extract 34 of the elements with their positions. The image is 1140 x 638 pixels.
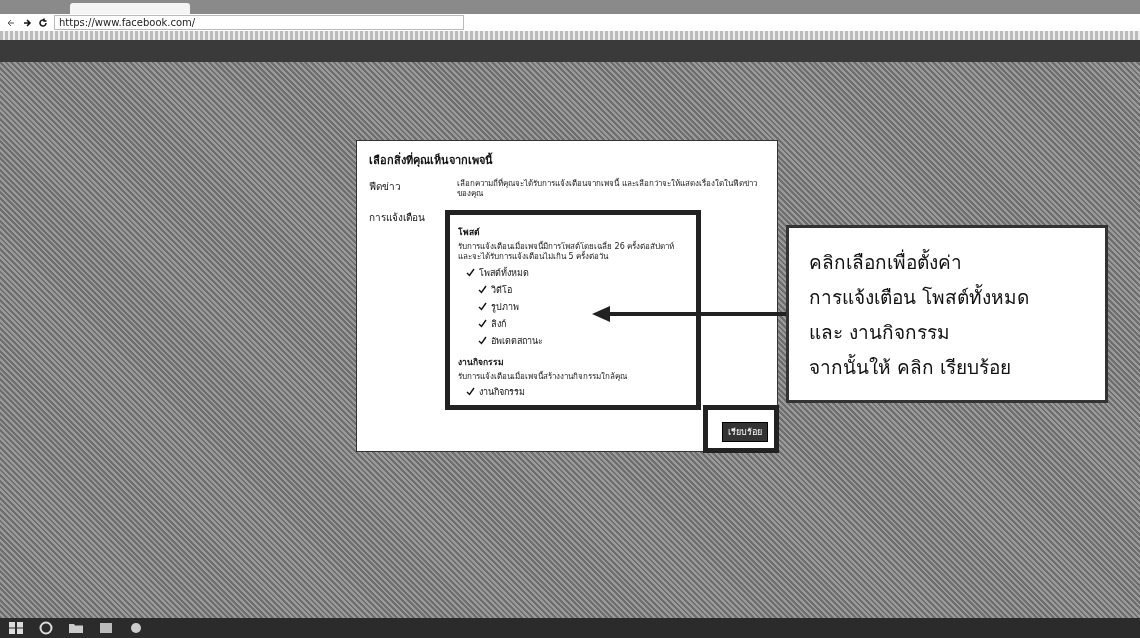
option-label: งานกิจกรรม <box>479 385 525 399</box>
checkbox[interactable] <box>478 302 487 312</box>
callout-text: และ งานกิจกรรม <box>809 319 952 345</box>
row-label: การแจ้งเตือน <box>369 210 426 225</box>
callout-text: การแจ้งเตือน โพสต์ทั้งหมด <box>809 283 1031 310</box>
back-icon[interactable] <box>6 17 16 28</box>
option-label: รูปภาพ <box>491 300 519 314</box>
description: รับการแจ้งเตือนเมื่อเพจนี้มีการโพสต์โดยเฉลี่ย 26 ครั้งต่อสัปดาห์ และจะได้รับการแจ้งเตือนไม่เกิน 5 ครั้งต่อวัน <box>458 241 676 263</box>
done-button[interactable]: เรียบร้อย <box>722 422 768 442</box>
checkbox[interactable] <box>478 319 487 329</box>
checkbox[interactable] <box>466 387 475 397</box>
group-title: โพสต์ <box>458 225 481 239</box>
group-title: งานกิจกรรม <box>458 355 505 369</box>
row-label: ฟีดข่าว <box>369 180 402 194</box>
app-icon[interactable] <box>128 621 144 635</box>
option-label: โพสต์ทั้งหมด <box>479 266 529 280</box>
windows-icon[interactable] <box>8 621 24 635</box>
option-label: ลิงก์ <box>491 317 506 331</box>
option-label: อัพเดตสถานะ <box>491 334 543 348</box>
address-bar[interactable]: https://www.facebook.com/ <box>54 15 464 30</box>
dialog-title: เลือกสิ่งที่คุณเห็นจากเพจนี้ <box>369 151 494 169</box>
reload-icon[interactable] <box>38 17 48 28</box>
description: รับการแจ้งเตือนเมื่อเพจนี้สร้างงานกิจกรรมใกล้คุณ <box>458 371 628 382</box>
checkbox[interactable] <box>478 336 487 346</box>
option-label: วิดีโอ <box>491 283 512 297</box>
checkbox[interactable] <box>478 285 487 295</box>
checkbox[interactable] <box>466 268 475 278</box>
browser-icon[interactable] <box>38 621 54 635</box>
description: เลือกความถี่ที่คุณจะได้รับการแจ้งเตือนจากเพจนี้ และเลือกว่าจะให้แสดงเรื่องใดในฟีดข่าวของคุณ <box>457 179 758 200</box>
app-icon[interactable] <box>98 621 114 635</box>
callout-text: จากนั้นให้ คลิก เรียบร้อย <box>809 353 1013 380</box>
folder-icon[interactable] <box>68 621 84 635</box>
forward-icon[interactable] <box>22 17 32 28</box>
callout-text: คลิกเลือกเพื่อตั้งค่า <box>809 248 963 275</box>
